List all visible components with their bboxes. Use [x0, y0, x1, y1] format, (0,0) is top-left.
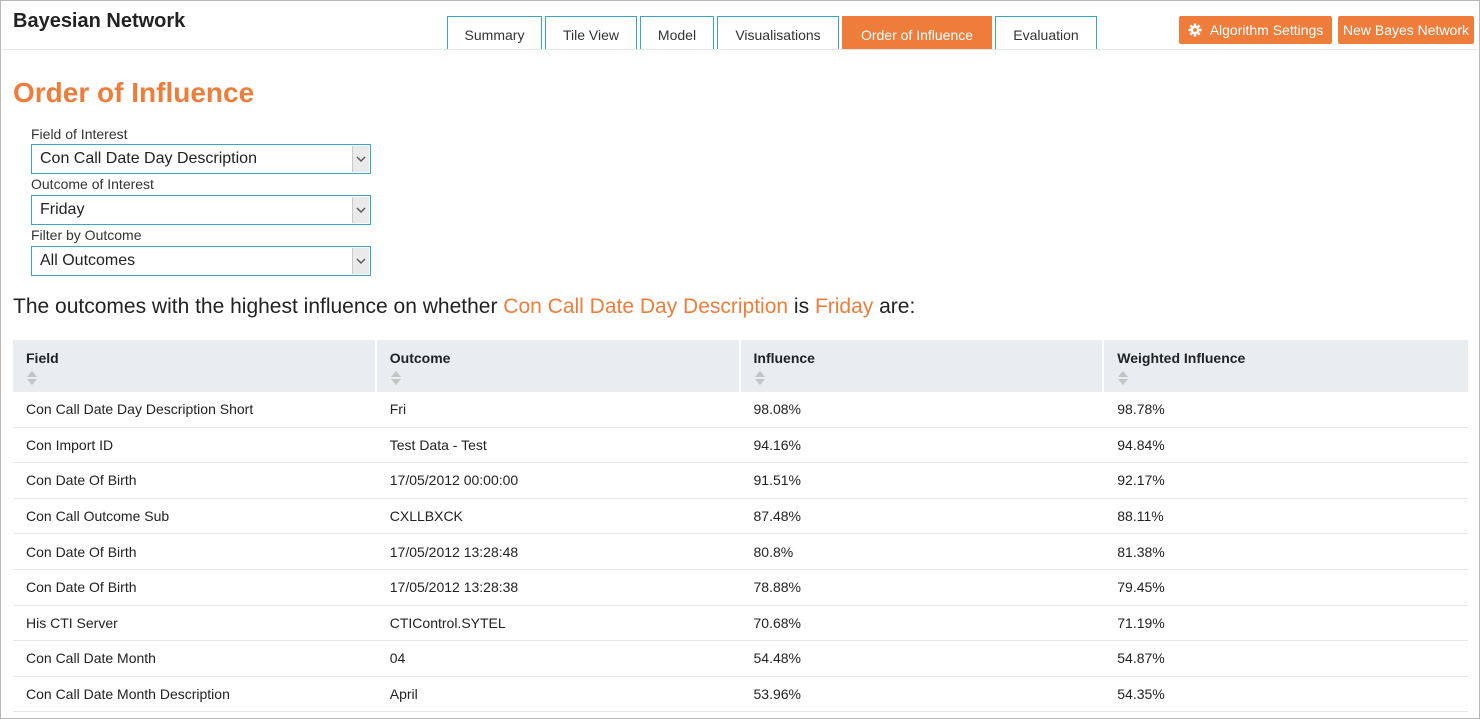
- influence-table: Field Outcome Influence Weighted Influen…: [13, 340, 1468, 713]
- cell-weighted-influence: 88.11%: [1117, 508, 1164, 525]
- outcome-of-interest-label: Outcome of Interest: [31, 176, 154, 192]
- cell-weighted-influence: 54.87%: [1117, 650, 1165, 667]
- cell-influence: 80.8%: [753, 543, 794, 560]
- cell-outcome: Fri: [389, 401, 407, 418]
- headline-middle: is: [788, 295, 815, 318]
- headline-field: Con Call Date Day Description: [503, 295, 789, 318]
- cell-field: Con Call Date Day Description Short: [26, 401, 254, 418]
- algorithm-settings-button[interactable]: Algorithm Settings: [1179, 16, 1332, 44]
- cell-outcome: April: [389, 686, 418, 703]
- cell-influence: 78.88%: [753, 579, 801, 596]
- tab-bar: Summary Tile View Model Visualisations O…: [447, 16, 1100, 49]
- sort-icon[interactable]: [754, 370, 766, 386]
- header-divider: [2, 49, 1478, 50]
- cell-outcome: CXLLBXCK: [389, 508, 463, 525]
- cell-influence: 53.96%: [753, 686, 801, 703]
- table-row: Con Date Of Birth 17/05/2012 13:28:48 80…: [13, 534, 1468, 570]
- cell-outcome: Test Data - Test: [389, 436, 487, 453]
- table-row: Con Date Of Birth 17/05/2012 00:00:00 91…: [13, 463, 1468, 499]
- column-header-influence[interactable]: Influence: [741, 340, 1105, 392]
- cell-influence: 87.48%: [753, 508, 801, 525]
- cell-weighted-influence: 94.84%: [1117, 436, 1165, 453]
- headline-outcome: Friday: [814, 295, 874, 318]
- tab-summary[interactable]: Summary: [447, 16, 542, 49]
- table-row: Con Call Outcome Sub CXLLBXCK 87.48% 88.…: [13, 499, 1468, 535]
- sort-icon[interactable]: [26, 370, 38, 386]
- algorithm-settings-label: Algorithm Settings: [1209, 22, 1324, 38]
- field-of-interest-select[interactable]: Con Call Date Day Description: [31, 144, 371, 174]
- chevron-down-icon: [352, 197, 369, 223]
- table-row: Con Call Date Day Description Short Fri …: [13, 392, 1468, 428]
- cell-field: Con Call Date Month: [26, 650, 156, 667]
- cell-influence: 70.68%: [753, 614, 801, 631]
- table-header: Field Outcome Influence Weighted Influen…: [13, 340, 1468, 392]
- cell-outcome: CTIControl.SYTEL: [389, 614, 506, 631]
- app-window: Bayesian Network Summary Tile View Model…: [0, 0, 1480, 719]
- cell-outcome: 17/05/2012 13:28:48: [389, 543, 519, 560]
- page-title: Order of Influence: [13, 77, 255, 108]
- field-of-interest-label: Field of Interest: [31, 126, 128, 142]
- headline-suffix: are:: [873, 295, 916, 318]
- cell-field: Con Call Outcome Sub: [26, 508, 170, 525]
- outcome-of-interest-value: Friday: [40, 201, 85, 218]
- chevron-down-icon: [352, 146, 369, 172]
- outcome-of-interest-select[interactable]: Friday: [31, 195, 371, 225]
- cell-influence: 98.08%: [753, 401, 801, 418]
- column-header-label: Outcome: [389, 350, 451, 366]
- cell-outcome: 17/05/2012 00:00:00: [389, 472, 519, 489]
- influence-headline: The outcomes with the highest influence …: [13, 295, 915, 319]
- filter-by-outcome-label: Filter by Outcome: [31, 227, 142, 243]
- cell-influence: 91.51%: [753, 472, 801, 489]
- tab-visualisations[interactable]: Visualisations: [717, 16, 839, 49]
- filter-by-outcome-select[interactable]: All Outcomes: [31, 246, 371, 276]
- table-row: Con Import ID Test Data - Test 94.16% 94…: [13, 428, 1468, 464]
- tab-model[interactable]: Model: [640, 16, 714, 49]
- sort-icon[interactable]: [1117, 370, 1129, 386]
- column-header-outcome[interactable]: Outcome: [377, 340, 741, 392]
- cell-weighted-influence: 79.45%: [1117, 579, 1165, 596]
- cell-field: Con Call Date Month Description: [26, 686, 230, 703]
- sort-icon[interactable]: [390, 370, 402, 386]
- table-row: His CTI Server CTIControl.SYTEL 70.68% 7…: [13, 606, 1468, 642]
- cell-field: Con Date Of Birth: [26, 579, 137, 596]
- cell-field: Con Date Of Birth: [26, 472, 137, 489]
- app-title: Bayesian Network: [13, 10, 186, 32]
- table-row: Con Call Date Month 04 54.48% 54.87%: [13, 641, 1468, 677]
- chevron-down-icon: [352, 248, 369, 274]
- cell-field: His CTI Server: [26, 614, 118, 631]
- column-header-label: Influence: [753, 350, 815, 366]
- cell-field: Con Import ID: [26, 436, 114, 453]
- column-header-weighted-influence[interactable]: Weighted Influence: [1104, 340, 1468, 392]
- tab-tile-view[interactable]: Tile View: [545, 16, 637, 49]
- column-header-field[interactable]: Field: [13, 340, 377, 392]
- cell-outcome: 17/05/2012 13:28:38: [389, 579, 519, 596]
- cell-influence: 54.48%: [753, 650, 801, 667]
- headline-prefix: The outcomes with the highest influence …: [13, 295, 504, 318]
- table-row: Con Date Of Birth 17/05/2012 13:28:38 78…: [13, 570, 1468, 606]
- column-header-label: Weighted Influence: [1117, 350, 1246, 366]
- field-of-interest-value: Con Call Date Day Description: [40, 150, 257, 167]
- cell-weighted-influence: 54.35%: [1117, 686, 1165, 703]
- tab-order-of-influence[interactable]: Order of Influence: [842, 16, 992, 49]
- cell-weighted-influence: 98.78%: [1117, 401, 1165, 418]
- table-row: Con Call Date Month Description April 53…: [13, 677, 1468, 713]
- new-bayes-network-button[interactable]: New Bayes Network: [1338, 16, 1474, 44]
- gear-icon: [1188, 23, 1202, 37]
- cell-influence: 94.16%: [753, 436, 801, 453]
- column-header-label: Field: [26, 350, 59, 366]
- cell-weighted-influence: 92.17%: [1117, 472, 1165, 489]
- cell-weighted-influence: 71.19%: [1117, 614, 1165, 631]
- tab-evaluation[interactable]: Evaluation: [995, 16, 1097, 49]
- cell-outcome: 04: [389, 650, 406, 667]
- cell-field: Con Date Of Birth: [26, 543, 137, 560]
- filter-by-outcome-value: All Outcomes: [40, 252, 136, 269]
- cell-weighted-influence: 81.38%: [1117, 543, 1165, 560]
